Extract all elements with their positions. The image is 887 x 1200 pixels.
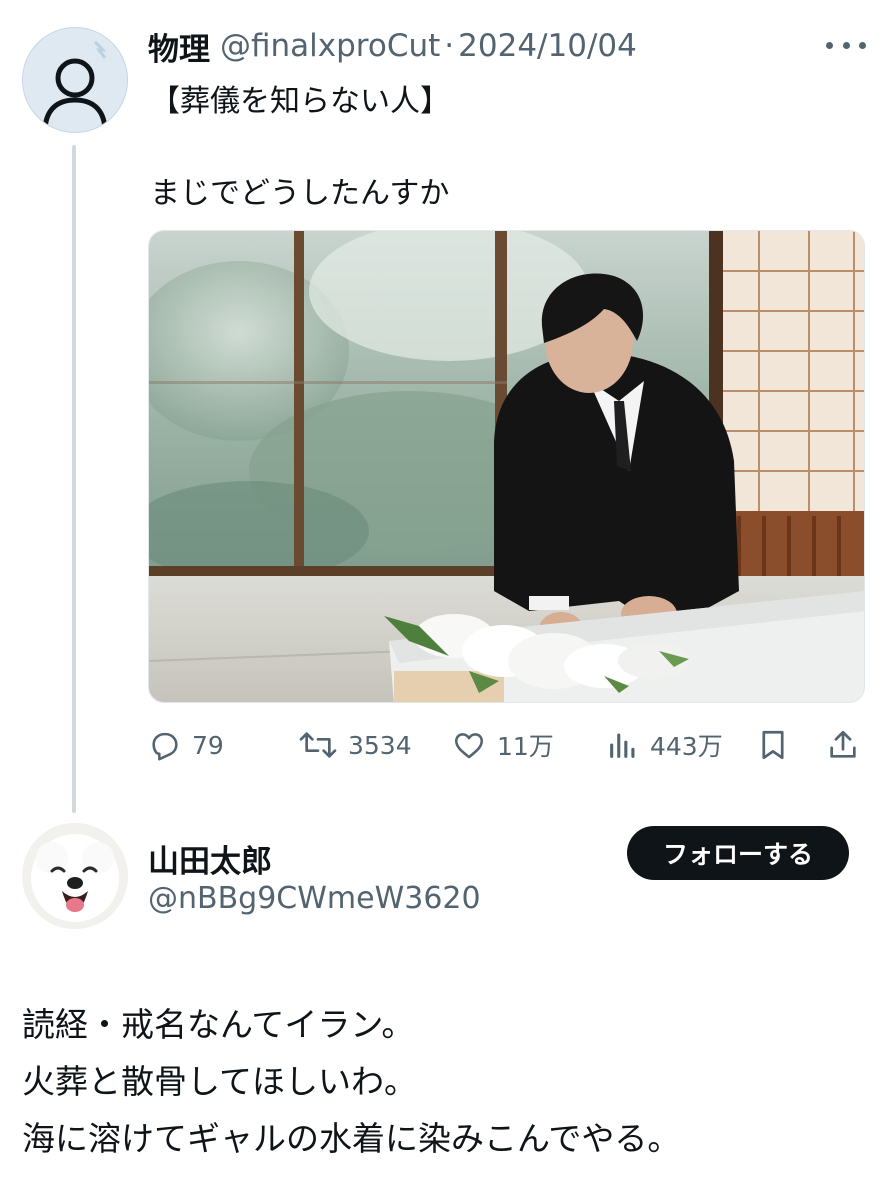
reply-count: 79 xyxy=(192,730,224,760)
bookmark-button[interactable] xyxy=(756,722,790,768)
views-button[interactable]: 443万 xyxy=(606,722,723,768)
views-icon xyxy=(610,733,635,758)
default-profile-icon xyxy=(23,28,127,132)
repost-button[interactable]: 3534 xyxy=(298,722,412,768)
post-text-line-1: 【葬儀を知らない人】 xyxy=(150,84,450,119)
post-date[interactable]: 2024/10/04 xyxy=(458,28,637,64)
bookmark-icon xyxy=(762,730,784,760)
reply-user-name[interactable]: 山田太郎 xyxy=(148,836,272,881)
dog-avatar-image xyxy=(22,823,128,929)
views-count: 443万 xyxy=(650,732,723,761)
reply-text-line-3: 海に溶けてギャルの水着に染みこんでやる。 xyxy=(22,1119,681,1158)
repost-icon xyxy=(299,732,337,758)
thread-connector-line xyxy=(72,145,76,813)
author-name[interactable]: 物理 xyxy=(148,24,210,69)
post-photo[interactable] xyxy=(148,230,865,703)
reply-user-avatar[interactable] xyxy=(22,823,128,929)
share-icon xyxy=(830,730,856,758)
follow-button[interactable]: フォローする xyxy=(627,826,849,880)
like-button[interactable]: 11万 xyxy=(451,722,554,768)
share-button[interactable] xyxy=(826,722,860,768)
like-icon xyxy=(454,733,484,759)
funeral-photo-image xyxy=(149,231,864,702)
reply-text-line-2: 火葬と散骨してほしいわ。 xyxy=(22,1062,418,1101)
like-count: 11万 xyxy=(497,732,554,761)
post-header: 物理 @finalxproCut · 2024/10/04 xyxy=(148,24,637,69)
reply-text: 読経・戒名なんてイラン。 火葬と散骨してほしいわ。 海に溶けてギャルの水着に染み… xyxy=(22,996,680,1167)
repost-count: 3534 xyxy=(348,730,412,760)
author-avatar[interactable] xyxy=(22,27,128,133)
post-action-bar: 79 3534 11万 443万 xyxy=(148,722,868,768)
post-text-line-2: まじでどうしたんすか xyxy=(150,176,450,211)
reply-icon xyxy=(152,732,178,761)
header-separator: · xyxy=(444,28,455,64)
author-handle[interactable]: @finalxproCut xyxy=(220,28,440,64)
reply-button[interactable]: 79 xyxy=(148,722,224,768)
reply-text-line-1: 読経・戒名なんてイラン。 xyxy=(22,1005,415,1044)
reply-user-handle[interactable]: @nBBg9CWmeW3620 xyxy=(148,881,481,916)
more-options-icon[interactable] xyxy=(826,30,866,60)
